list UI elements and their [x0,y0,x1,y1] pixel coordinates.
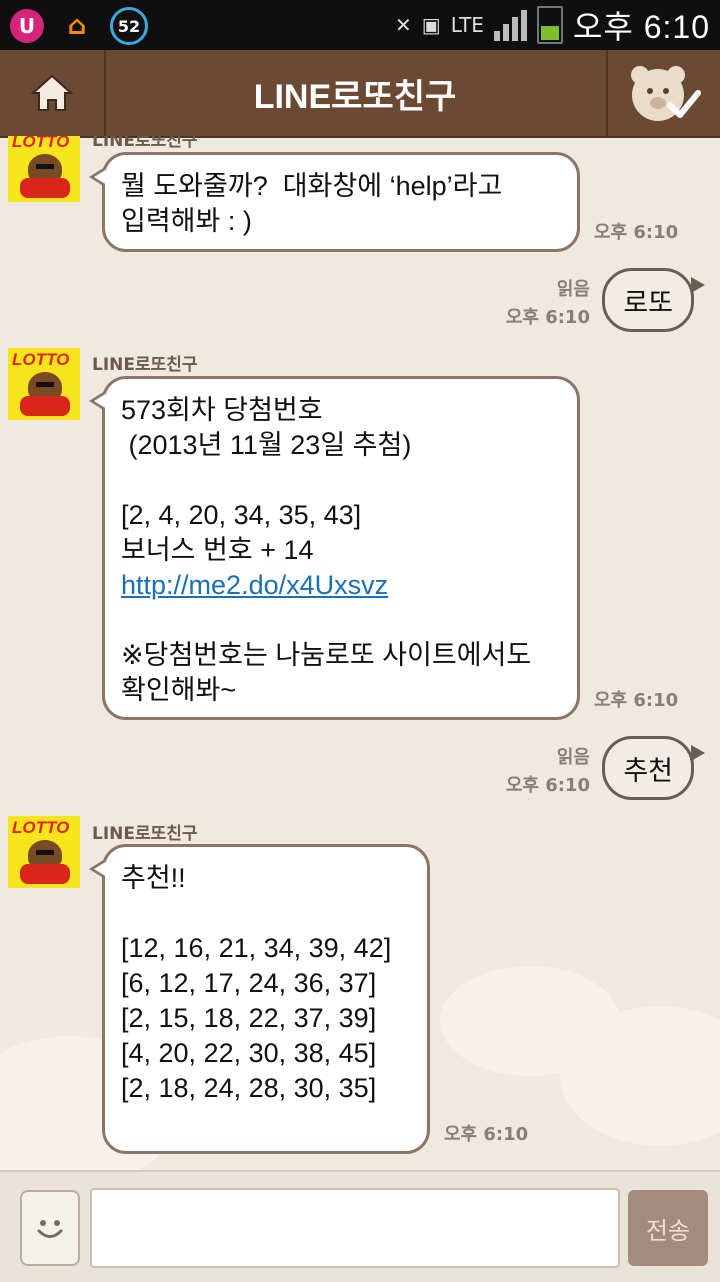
chat-header: LINE로또친구 [0,50,720,138]
smiley-icon [37,1220,63,1238]
result-link[interactable]: http://me2.do/x4Uxsvz [121,570,388,600]
message-time: 오후 6:10 [505,775,590,796]
chat-message-list[interactable]: LOTTO LINE로또친구 뭘 도와줄까? 대화창에 ‘help’라고 입력해… [0,136,720,1170]
incoming-message-bubble: 뭘 도와줄까? 대화창에 ‘help’라고 입력해봐 : ) [89,152,580,252]
incoming-message-bubble: 추천!! [12, 16, 21, 34, 39, 42] [6, 12, 17… [89,844,430,1154]
outgoing-message-bubble: 추천 [602,736,705,800]
uplus-app-icon: U [10,9,44,43]
home-launcher-icon: ⌂ [67,11,87,41]
chat-title: LINE로또친구 [253,77,457,116]
bear-check-icon [631,66,701,121]
send-button[interactable]: 전송 [628,1190,708,1266]
message-meta: 읽음 오후 6:10 [506,744,590,800]
mute-icon: ✕ [395,13,412,37]
message-time: 오후 6:10 [594,690,679,711]
draw-result-text: 573회차 당첨번호 (2013년 11월 23일 추첨) [2, 4, 20,… [121,395,412,565]
message-time: 오후 6:10 [505,307,590,328]
message-input[interactable] [90,1188,620,1268]
bot-avatar[interactable]: LOTTO [8,816,80,888]
bot-avatar[interactable]: LOTTO [8,136,80,202]
bot-avatar[interactable]: LOTTO [8,348,80,420]
status-time: 오후 6:10 [572,9,710,45]
status-bar: U ⌂ 52 ✕ ▣ LTE 오후 6:10 [0,0,720,50]
message-meta: 읽음 오후 6:10 [506,276,590,332]
network-type-label: LTE [450,13,484,37]
message-input-bar: 전송 [0,1170,720,1282]
avatar-lotto-text: LOTTO [12,136,70,151]
home-icon [30,74,74,111]
add-friend-button[interactable] [606,50,720,136]
message-time: 오후 6:10 [444,1124,529,1145]
image-sync-icon: ▣ [421,13,441,37]
sender-name: LINE로또친구 [92,824,198,844]
home-button[interactable] [0,50,106,136]
signal-strength-icon [493,9,527,41]
draw-note-text: ※당첨번호는 나눔로또 사이트에서도 확인해봐~ [121,640,532,705]
read-receipt: 읽음 [556,747,590,768]
incoming-message-bubble: 573회차 당첨번호 (2013년 11월 23일 추첨) [2, 4, 20,… [89,376,580,720]
sender-name: LINE로또친구 [92,355,198,375]
sender-name: LINE로또친구 [92,136,198,151]
battery-icon [536,6,563,44]
notification-count-badge: 52 [110,7,148,45]
emoticon-button[interactable] [20,1190,80,1266]
message-time: 오후 6:10 [594,222,679,243]
outgoing-message-bubble: 로또 [602,268,705,332]
read-receipt: 읽음 [556,279,590,300]
